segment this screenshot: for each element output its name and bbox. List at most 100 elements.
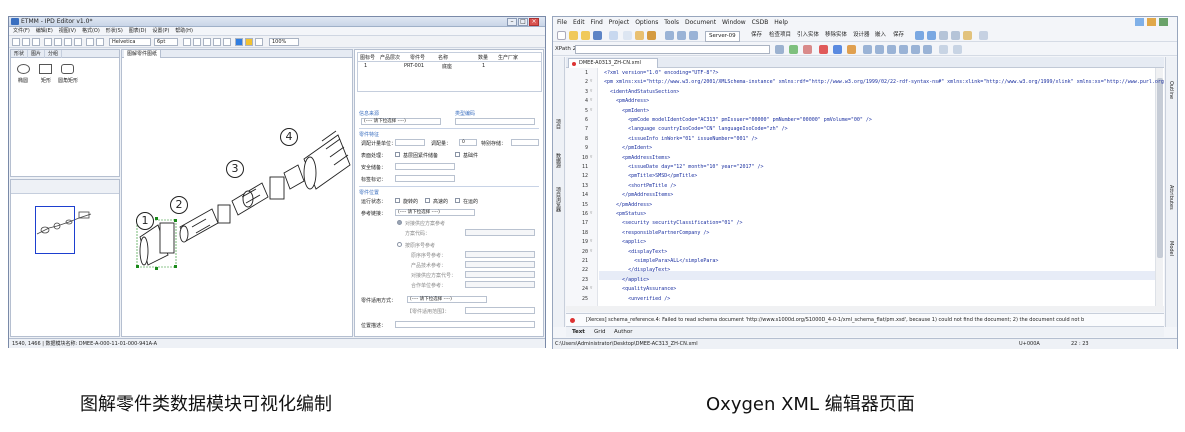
transform-icon[interactable] <box>819 45 828 54</box>
location-input[interactable] <box>395 321 535 328</box>
paste-icon[interactable] <box>963 31 972 40</box>
open-file-icon[interactable] <box>22 38 30 46</box>
comment-icon[interactable] <box>887 45 896 54</box>
table-cell[interactable]: PRT-001 <box>404 63 424 69</box>
callout-1[interactable]: 1 <box>136 212 154 230</box>
remove-entity-button[interactable]: 移除实体 <box>825 31 847 40</box>
find-files-icon[interactable] <box>635 31 644 40</box>
side-tab-browser[interactable]: 项目浏览器 <box>555 187 562 212</box>
menu-window[interactable]: Window <box>722 17 746 28</box>
type-code-input[interactable] <box>455 118 535 125</box>
line-color-icon[interactable] <box>245 38 253 46</box>
config-icon[interactable] <box>847 45 856 54</box>
image-icon[interactable] <box>923 45 932 54</box>
save-text-button[interactable]: 保存 <box>751 31 762 40</box>
reference-select[interactable]: (---- 请下拉选择 ----) <box>395 209 475 216</box>
scheme-code-input[interactable] <box>465 229 535 236</box>
rounded-rect-shape-icon[interactable] <box>61 64 74 74</box>
check-icon[interactable] <box>803 45 812 54</box>
menu-csdb[interactable]: CSDB <box>752 17 769 28</box>
spell-icon[interactable] <box>939 45 948 54</box>
menu-options[interactable]: Options <box>635 17 658 28</box>
fold-toggle-icon[interactable]: ▿ <box>590 108 592 113</box>
safety-qty-input[interactable] <box>395 163 455 170</box>
xpath-run-icon[interactable] <box>775 45 784 54</box>
error-message[interactable]: [Xerces] schema_reference.4: Failed to r… <box>586 317 1084 323</box>
code-line[interactable]: <pmAddress> <box>604 98 649 104</box>
embed-button[interactable]: 嵌入 <box>875 31 886 40</box>
partner-code-input[interactable] <box>465 271 535 278</box>
font-select[interactable]: Helvetica <box>109 38 151 46</box>
debug-icon[interactable] <box>833 45 842 54</box>
menu-edit[interactable]: Edit <box>573 17 585 28</box>
paste-icon[interactable] <box>64 38 72 46</box>
callout-2[interactable]: 2 <box>170 196 188 214</box>
callout-3[interactable]: 3 <box>226 160 244 178</box>
align-right-icon[interactable] <box>223 38 231 46</box>
code-line[interactable]: <language countryIsoCode="CN" languageIs… <box>604 126 788 132</box>
combined-code-input[interactable] <box>465 281 535 288</box>
tools-icon[interactable] <box>953 45 962 54</box>
code-line[interactable]: <pmTitle>SMSD</pmTitle> <box>604 173 697 179</box>
menu-file[interactable]: 文件(F) <box>13 27 30 36</box>
tab-shapes[interactable]: 形状 <box>11 50 29 58</box>
menu-project[interactable]: Project <box>609 17 630 28</box>
source-select[interactable]: (---- 请下拉选择 ----) <box>361 118 441 125</box>
menu-help[interactable]: 帮助(H) <box>175 27 193 36</box>
text-color-icon[interactable] <box>255 38 263 46</box>
xpath-input[interactable] <box>575 45 770 54</box>
base-frame-checkbox[interactable] <box>455 152 460 157</box>
designer-button[interactable]: 设计器 <box>853 31 870 40</box>
menu-settings[interactable]: 设置(P) <box>152 27 169 36</box>
callout-4[interactable]: 4 <box>280 128 298 146</box>
minimize-button[interactable]: – <box>507 18 517 26</box>
tag-input[interactable] <box>395 175 455 182</box>
xml-text-editor[interactable]: 1 <?xml version="1.0" encoding="UTF-8"?> 2… <box>566 68 1164 306</box>
ellipse-shape-icon[interactable] <box>17 64 30 74</box>
table-icon[interactable] <box>911 45 920 54</box>
applicable-input[interactable] <box>465 307 535 314</box>
copy-icon[interactable] <box>951 31 960 40</box>
save2-button[interactable]: 保存 <box>893 31 904 40</box>
fold-toggle-icon[interactable]: ▿ <box>590 249 592 254</box>
code-line[interactable]: </pmAddress> <box>604 202 652 208</box>
find-icon[interactable] <box>623 31 632 40</box>
min-order-input[interactable] <box>395 139 425 146</box>
code-line[interactable]: <shortPmTitle /> <box>604 183 676 189</box>
fold-toggle-icon[interactable]: ▿ <box>590 79 592 84</box>
fixed-scheme-radio[interactable] <box>397 220 402 225</box>
tab-text-mode[interactable]: Text <box>572 328 585 337</box>
fold-toggle-icon[interactable]: ▿ <box>590 211 592 216</box>
tab-author-mode[interactable]: Author <box>614 328 633 337</box>
tab-canvas[interactable]: 图解零件图纸 <box>124 50 162 58</box>
fold-toggle-icon[interactable]: ▿ <box>590 155 592 160</box>
forward-icon[interactable] <box>689 31 698 40</box>
menu-shape[interactable]: 形状(S) <box>106 27 123 36</box>
code-line[interactable]: <unverified /> <box>604 296 670 302</box>
code-line[interactable]: <pmIdent> <box>604 108 649 114</box>
code-line[interactable]: </pmIdent> <box>604 145 652 151</box>
undo-icon[interactable] <box>86 38 94 46</box>
code-line[interactable]: <pmCode modelIdentCode="AC313" pmIssuer=… <box>604 117 872 123</box>
code-line[interactable]: <security securityClassification="01" /> <box>604 220 742 226</box>
check-project-button[interactable]: 检查项目 <box>769 31 791 40</box>
side-tab-outline[interactable]: Outline <box>1168 81 1174 99</box>
code-line[interactable]: <qualityAssurance> <box>604 286 676 292</box>
code-line[interactable]: <pmAddressItems> <box>604 155 670 161</box>
code-line[interactable]: <pmStatus> <box>604 211 646 217</box>
print-icon[interactable] <box>609 31 618 40</box>
tab-groups[interactable]: 分组 <box>45 50 63 58</box>
code-line[interactable]: <applic> <box>604 239 646 245</box>
menu-tools[interactable]: Tools <box>664 17 679 28</box>
side-tab-project[interactable]: 项目 <box>555 119 562 129</box>
menu-diagram[interactable]: 图表(D) <box>129 27 147 36</box>
dynamic-checkbox[interactable] <box>425 198 430 203</box>
viewport-indicator[interactable] <box>35 206 75 254</box>
format-icon[interactable] <box>863 45 872 54</box>
cut2-icon[interactable] <box>939 31 948 40</box>
zoom-select[interactable]: 100% <box>269 38 299 46</box>
drawing-canvas[interactable]: 图解零件图纸 1 2 3 4 <box>121 49 353 337</box>
italic-icon[interactable] <box>193 38 201 46</box>
align-center-icon[interactable] <box>213 38 221 46</box>
import-entity-button[interactable]: 引入实体 <box>797 31 819 40</box>
